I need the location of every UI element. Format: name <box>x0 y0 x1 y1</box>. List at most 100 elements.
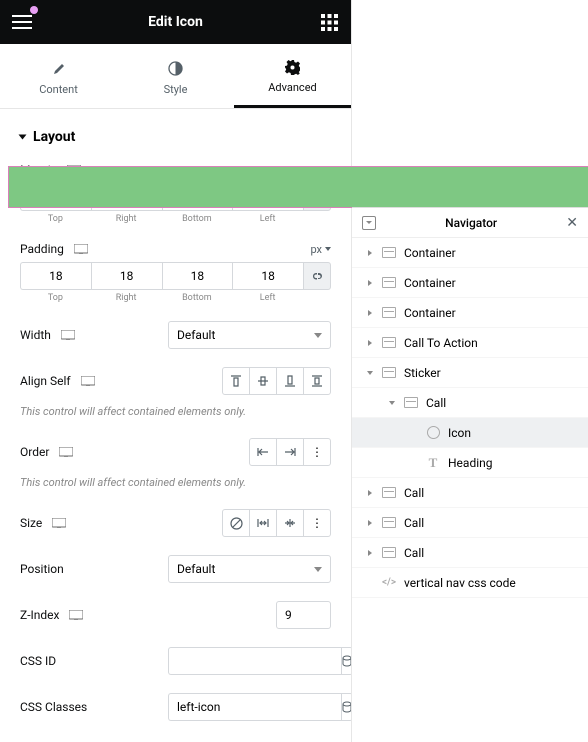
position-select[interactable]: Default <box>168 555 331 583</box>
tree-item[interactable]: Call <box>352 508 588 538</box>
pencil-icon <box>51 61 67 77</box>
star-icon <box>424 426 442 440</box>
responsive-icon[interactable] <box>61 330 75 340</box>
align-stretch-button[interactable] <box>303 367 331 395</box>
tab-advanced[interactable]: Advanced <box>234 44 351 108</box>
dynamic-button[interactable] <box>341 693 351 721</box>
unit-selector[interactable]: px <box>310 243 331 256</box>
css-classes-control: CSS Classes <box>20 693 331 721</box>
align-end-button[interactable] <box>276 367 304 395</box>
order-note: This control will affect contained eleme… <box>20 476 331 489</box>
navigator-header: Navigator ✕ <box>352 208 588 238</box>
close-button[interactable]: ✕ <box>566 215 578 231</box>
tree-item[interactable]: Call <box>352 478 588 508</box>
order-end-button[interactable] <box>276 438 304 466</box>
align-self-buttons <box>222 367 331 395</box>
link-values-button[interactable] <box>303 262 331 290</box>
order-control: Order ⋮ <box>20 438 331 466</box>
padding-right-input[interactable] <box>91 262 162 290</box>
size-buttons: ⋮ <box>222 509 331 537</box>
tree-item[interactable]: Call <box>352 388 588 418</box>
editor-header: Edit Icon <box>0 0 351 44</box>
chevron-icon[interactable] <box>368 310 372 316</box>
container-icon <box>380 246 398 260</box>
order-more-button[interactable]: ⋮ <box>303 438 331 466</box>
chevron-icon[interactable] <box>368 280 372 286</box>
section-layout[interactable]: Layout <box>20 129 331 145</box>
css-id-control: CSS ID <box>20 647 331 675</box>
responsive-icon[interactable] <box>69 610 83 620</box>
chevron-icon[interactable] <box>368 520 372 526</box>
chevron-icon[interactable] <box>368 490 372 496</box>
panel-title: Edit Icon <box>44 14 307 30</box>
container-icon <box>380 516 398 530</box>
chevron-icon[interactable] <box>389 401 395 405</box>
size-more-button[interactable]: ⋮ <box>303 509 331 537</box>
tree-item-label: Call To Action <box>404 336 478 350</box>
width-select[interactable]: Default <box>168 321 331 349</box>
tree-item-label: Call <box>404 516 424 530</box>
align-self-control: Align Self <box>20 367 331 395</box>
align-start-button[interactable] <box>222 367 250 395</box>
tree-item-label: Call <box>404 546 424 560</box>
chevron-icon[interactable] <box>368 340 372 346</box>
tree-item-label: Call <box>404 486 424 500</box>
responsive-icon[interactable] <box>52 518 66 528</box>
tree-item-label: Heading <box>448 456 493 470</box>
tab-content[interactable]: Content <box>0 44 117 108</box>
container-icon <box>402 396 420 410</box>
container-icon <box>380 486 398 500</box>
zindex-control: Z-Index <box>20 601 331 629</box>
size-none-button[interactable] <box>222 509 250 537</box>
contrast-icon <box>168 61 184 77</box>
container-icon <box>380 306 398 320</box>
chevron-icon[interactable] <box>368 250 372 256</box>
tabs: Content Style Advanced <box>0 44 351 109</box>
tree-item[interactable]: Icon <box>352 418 588 448</box>
order-buttons: ⋮ <box>249 438 331 466</box>
size-control: Size ⋮ <box>20 509 331 537</box>
tree-item[interactable]: Container <box>352 238 588 268</box>
selected-element-preview[interactable] <box>8 166 588 208</box>
size-grow-button[interactable] <box>249 509 277 537</box>
container-icon <box>380 366 398 380</box>
chevron-icon[interactable] <box>367 371 373 375</box>
tree-item[interactable]: Container <box>352 268 588 298</box>
notification-dot <box>30 6 38 14</box>
tree-item-label: Container <box>404 306 456 320</box>
order-start-button[interactable] <box>249 438 277 466</box>
tree-item[interactable]: Call <box>352 538 588 568</box>
code-icon: </> <box>380 576 398 590</box>
position-control: Position Default <box>20 555 331 583</box>
tree-item-label: vertical nav css code <box>404 576 516 590</box>
css-classes-input[interactable] <box>168 693 341 721</box>
tree-item-label: Container <box>404 276 456 290</box>
tree-item-label: Container <box>404 246 456 260</box>
padding-bottom-input[interactable] <box>162 262 233 290</box>
tree-item[interactable]: </> vertical nav css code <box>352 568 588 598</box>
align-center-button[interactable] <box>249 367 277 395</box>
tree-item[interactable]: THeading <box>352 448 588 478</box>
tree-item-label: Sticker <box>404 366 441 380</box>
padding-left-input[interactable] <box>232 262 303 290</box>
responsive-icon[interactable] <box>59 447 73 457</box>
menu-button[interactable] <box>0 0 44 44</box>
responsive-icon[interactable] <box>81 376 95 386</box>
tree-item[interactable]: Call To Action <box>352 328 588 358</box>
apps-button[interactable] <box>307 0 351 44</box>
dynamic-button[interactable] <box>341 647 351 675</box>
editor-panel: Edit Icon Content Style Advanced Layout … <box>0 0 352 742</box>
zindex-input[interactable] <box>276 601 331 629</box>
tab-style[interactable]: Style <box>117 44 234 108</box>
gear-icon <box>285 59 301 75</box>
align-note: This control will affect contained eleme… <box>20 405 331 418</box>
chevron-icon[interactable] <box>368 550 372 556</box>
tree-item[interactable]: Sticker <box>352 358 588 388</box>
navigator-tree: Container Container Container Call To Actio… <box>352 238 588 742</box>
css-id-input[interactable] <box>168 647 341 675</box>
size-shrink-button[interactable] <box>276 509 304 537</box>
responsive-icon[interactable] <box>74 244 88 254</box>
tree-item[interactable]: Container <box>352 298 588 328</box>
collapse-icon[interactable] <box>362 216 376 230</box>
padding-top-input[interactable] <box>20 262 91 290</box>
